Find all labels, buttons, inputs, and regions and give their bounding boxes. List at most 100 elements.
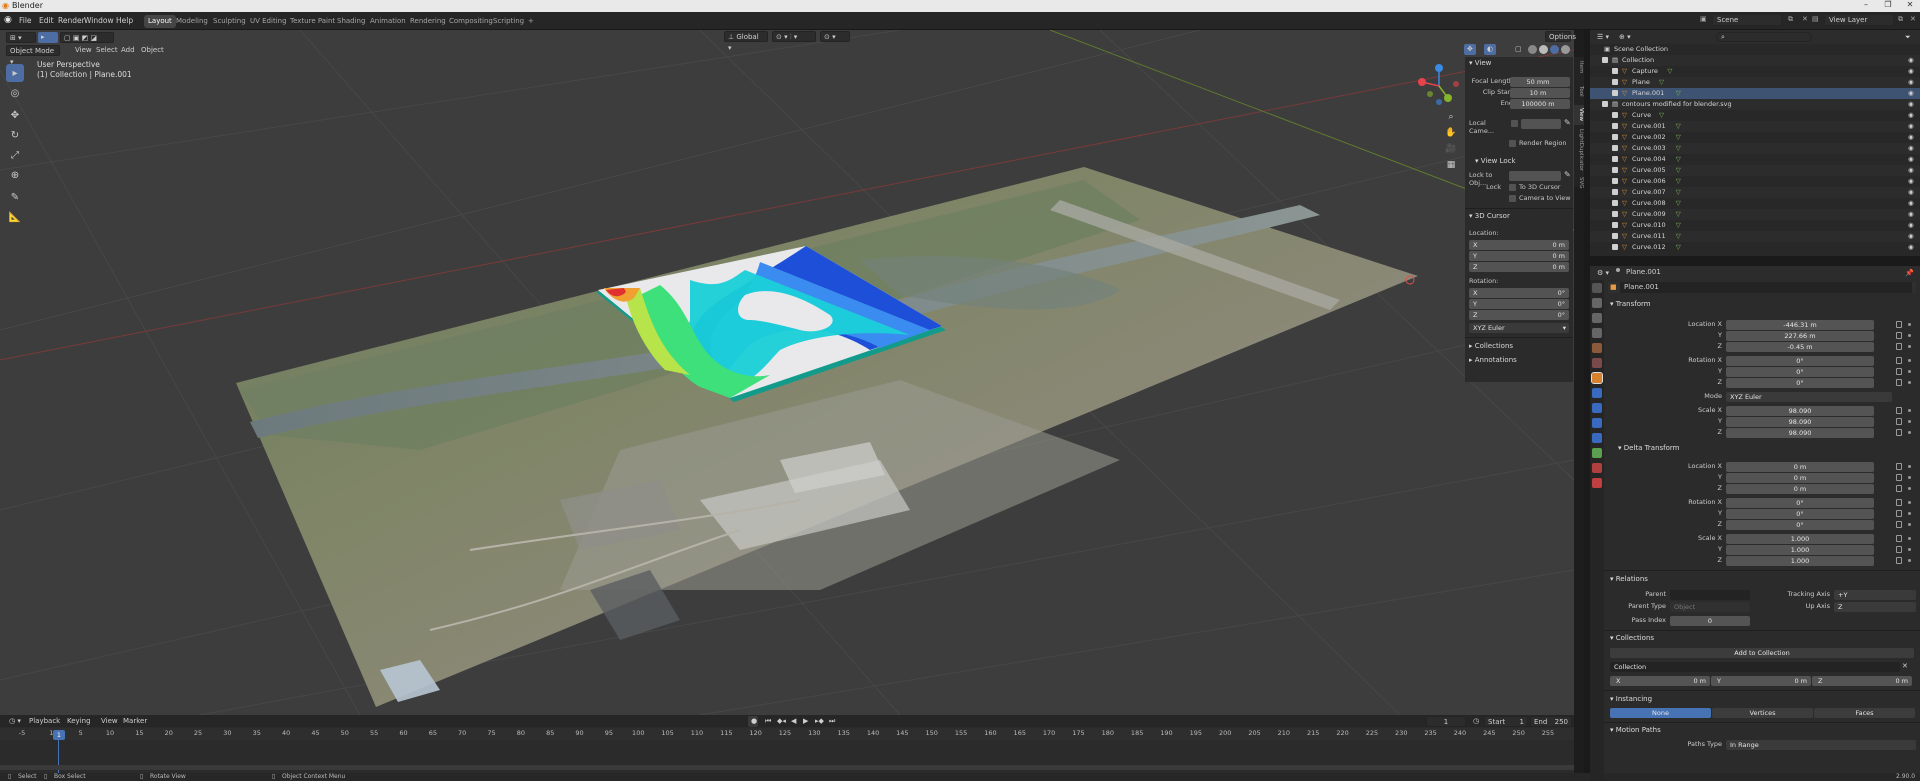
mesh-data-icon[interactable]: ▽ (1676, 187, 1681, 198)
visibility-eye-icon[interactable]: ◉ (1908, 77, 1914, 88)
tab-scripting[interactable]: Scripting (489, 15, 528, 28)
outliner-item[interactable]: ▽ Curve.007 ▽ ◉ (1590, 187, 1920, 198)
outliner-item[interactable]: ▽ Curve ▽ ◉ (1590, 110, 1920, 121)
keyframe-dot-icon[interactable] (1908, 465, 1911, 468)
scale-field[interactable]: 98.090 (1726, 406, 1874, 416)
preview-range-icon[interactable]: ◷ (1470, 716, 1482, 727)
outliner-item[interactable]: ▽ Curve.011 ▽ ◉ (1590, 231, 1920, 242)
remove-collection-icon[interactable]: ✕ (1902, 662, 1908, 670)
start-frame-field[interactable]: Start 1 (1484, 716, 1528, 727)
delta-rotation-field[interactable]: 0° (1726, 498, 1874, 508)
expand-arrow-icon[interactable] (1612, 167, 1618, 173)
menu-edit[interactable]: Edit (36, 15, 57, 27)
expand-arrow-icon[interactable] (1612, 189, 1618, 195)
expand-arrow-icon[interactable] (1612, 244, 1618, 250)
outliner-item[interactable]: ▽ Plane.001 ▽ ◉ (1590, 88, 1920, 99)
instancing-none-button[interactable]: None (1610, 708, 1711, 718)
perspective-toggle-icon[interactable]: ▦ (1444, 158, 1458, 172)
outliner-item[interactable]: ▽ Capture ▽ ◉ (1590, 66, 1920, 77)
relations-header[interactable]: ▾ Relations (1610, 573, 1648, 585)
visibility-eye-icon[interactable]: ◉ (1908, 88, 1914, 99)
outliner-item[interactable]: ▽ Curve.010 ▽ ◉ (1590, 220, 1920, 231)
visibility-eye-icon[interactable]: ◉ (1908, 187, 1914, 198)
expand-arrow-icon[interactable] (1612, 211, 1618, 217)
scale-field[interactable]: 98.090 (1726, 417, 1874, 427)
delta-scale-field[interactable]: 1.000 (1726, 556, 1874, 566)
instancing-vertices-button[interactable]: Vertices (1712, 708, 1813, 718)
mesh-data-icon[interactable]: ▽ (1676, 154, 1681, 165)
tab-uv-editing[interactable]: UV Editing (246, 15, 291, 28)
clip-start-field[interactable]: 10 m (1510, 88, 1570, 98)
overlay-icon[interactable]: ◐ (1484, 44, 1497, 55)
keyframe-dot-icon[interactable] (1908, 523, 1911, 526)
menu-window[interactable]: Window (81, 15, 117, 27)
tab-rendering[interactable]: Rendering (406, 15, 450, 28)
tracking-axis-dropdown[interactable]: +Y (1834, 590, 1916, 600)
delta-rotation-field[interactable]: 0° (1726, 509, 1874, 519)
lock-icon[interactable] (1896, 368, 1902, 375)
expand-arrow-icon[interactable] (1612, 156, 1618, 162)
lock-icon[interactable] (1896, 474, 1902, 481)
object-tab-icon[interactable] (1591, 372, 1603, 384)
mesh-data-icon[interactable]: ▽ (1676, 231, 1681, 242)
outliner-item[interactable]: ▽ Curve.009 ▽ ◉ (1590, 209, 1920, 220)
properties-editor-type-icon[interactable]: ⚙ ▾ (1594, 268, 1612, 279)
visibility-eye-icon[interactable]: ◉ (1908, 99, 1914, 110)
delete-view-layer-icon[interactable]: ✕ (1910, 15, 1916, 23)
collection-offset-field[interactable]: Y 0 m (1711, 676, 1811, 686)
lock-icon[interactable] (1896, 485, 1902, 492)
add-to-collection-button[interactable]: Add to Collection (1610, 648, 1914, 658)
outliner-item[interactable]: ▽ Curve.002 ▽ ◉ (1590, 132, 1920, 143)
tab-svg[interactable]: SVG (1574, 173, 1584, 193)
view-layer-selector[interactable]: View Layer (1824, 14, 1894, 26)
object-name-field[interactable]: Plane.001 (1620, 282, 1912, 293)
mesh-data-icon[interactable]: ▽ (1676, 132, 1681, 143)
expand-arrow-icon[interactable] (1612, 145, 1618, 151)
shading-rendered-icon[interactable] (1561, 45, 1570, 54)
instancing-faces-button[interactable]: Faces (1814, 708, 1915, 718)
material-tab-icon[interactable] (1592, 463, 1602, 473)
visibility-eye-icon[interactable]: ◉ (1908, 55, 1914, 66)
navigation-gizmo[interactable] (1414, 62, 1464, 108)
annotations-panel-header[interactable]: ▸ Annotations (1469, 354, 1517, 366)
view-lock-header[interactable]: ▾ View Lock (1475, 155, 1516, 167)
keyframe-dot-icon[interactable] (1908, 431, 1911, 434)
selection-mode-buttons[interactable]: ▢ ▣ ◩ ◪ (60, 32, 114, 43)
delta-transform-header[interactable]: ▾ Delta Transform (1618, 442, 1679, 454)
mesh-data-icon[interactable]: ▽ (1659, 77, 1664, 88)
keyframe-dot-icon[interactable] (1908, 487, 1911, 490)
collection-checkbox[interactable] (1602, 57, 1608, 63)
location-field[interactable]: 227.66 m (1726, 331, 1874, 341)
visibility-eye-icon[interactable]: ◉ (1908, 143, 1914, 154)
maximize-icon[interactable]: ❐ (1878, 0, 1898, 12)
mesh-data-icon[interactable]: ▽ (1676, 121, 1681, 132)
scale-tool-icon[interactable]: ⤢ (6, 146, 24, 164)
collection-name-field[interactable]: Collection (1610, 662, 1900, 672)
collections-panel-header[interactable]: ▸ Collections (1469, 340, 1513, 352)
options-dropdown[interactable]: Options (1545, 31, 1576, 42)
mesh-data-icon[interactable]: ▽ (1676, 220, 1681, 231)
transform-tool-icon[interactable]: ⊕ (6, 166, 24, 184)
outliner-item[interactable]: ▽ Curve.004 ▽ ◉ (1590, 154, 1920, 165)
expand-arrow-icon[interactable] (1612, 233, 1618, 239)
scale-field[interactable]: 98.090 (1726, 428, 1874, 438)
mesh-data-icon[interactable]: ▽ (1667, 66, 1672, 77)
cursor-tool-icon[interactable]: ◎ (6, 84, 24, 102)
delta-location-field[interactable]: 0 m (1726, 484, 1874, 494)
lock-to-object-field[interactable] (1509, 171, 1561, 181)
mesh-data-icon[interactable]: ▽ (1676, 242, 1681, 253)
expand-arrow-icon[interactable] (1612, 123, 1618, 129)
parent-field[interactable] (1670, 590, 1750, 600)
expand-arrow-icon[interactable] (1612, 68, 1618, 74)
keyframe-dot-icon[interactable] (1908, 323, 1911, 326)
rotation-mode-dropdown[interactable]: XYZ Euler (1726, 392, 1892, 402)
visibility-eye-icon[interactable]: ◉ (1908, 176, 1914, 187)
lock-icon[interactable] (1896, 535, 1902, 542)
keyframe-dot-icon[interactable] (1908, 512, 1911, 515)
mesh-data-icon[interactable]: ▽ (1659, 110, 1664, 121)
rotation-mode-dropdown[interactable]: XYZ Euler ▾ (1469, 323, 1569, 333)
local-camera-field[interactable] (1521, 119, 1561, 129)
outliner-item[interactable]: ▽ Curve.001 ▽ ◉ (1590, 121, 1920, 132)
timeline-editor-type-icon[interactable]: ◷ ▾ (6, 716, 24, 727)
keyframe-dot-icon[interactable] (1908, 381, 1911, 384)
